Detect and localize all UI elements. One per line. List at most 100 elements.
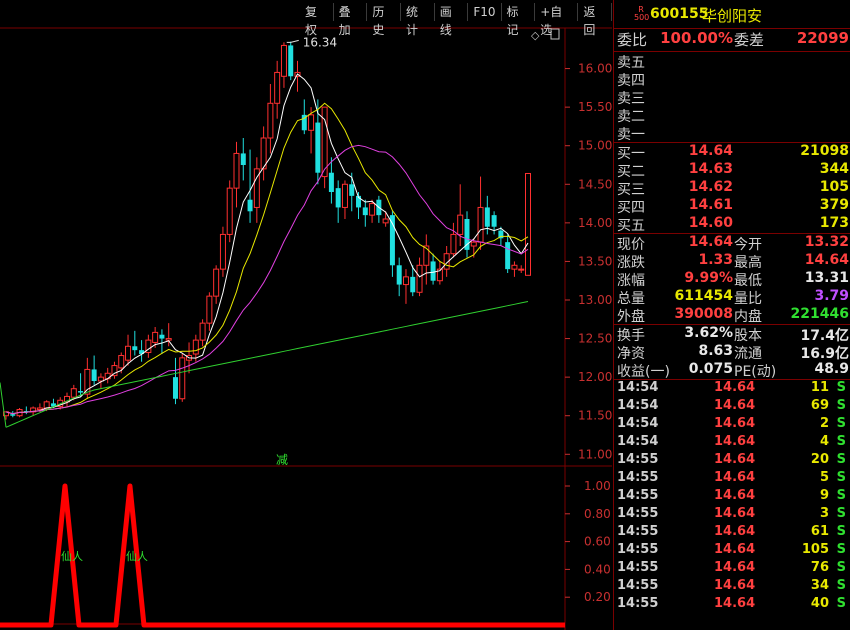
buy-volume: 379 <box>819 197 849 213</box>
info-value: 48.9 <box>814 361 849 377</box>
candle-body <box>477 206 484 243</box>
info-row: 净资 8.63 流通 16.9亿 <box>614 343 850 362</box>
candle-body <box>70 388 77 398</box>
candle-body <box>362 207 368 216</box>
candle-body <box>396 265 402 285</box>
trade-price: 14.64 <box>714 416 756 431</box>
diamond-icon: ◇ <box>531 29 540 42</box>
toolbar-button-8[interactable]: 返回 <box>578 3 613 37</box>
annotation-label: 减 <box>276 453 288 467</box>
candle-body <box>159 334 165 339</box>
buy-price: 14.61 <box>688 197 733 213</box>
trade-row: 14:55 14.64 9 S <box>614 488 850 506</box>
trade-side: S <box>836 470 846 485</box>
trade-side: S <box>836 488 846 503</box>
trade-time: 14:55 <box>617 488 659 503</box>
trade-volume: 105 <box>801 542 829 557</box>
ma60-line-start <box>0 382 7 428</box>
candle-body <box>132 346 138 351</box>
candle-body <box>91 369 97 381</box>
candle-body <box>430 261 436 281</box>
candle-body <box>233 152 240 189</box>
toolbar-button-1[interactable]: 叠加 <box>334 3 368 37</box>
signal-label: 仙人 <box>126 550 148 563</box>
toolbar-button-5[interactable]: F10 <box>468 3 502 21</box>
candle-body <box>315 122 321 173</box>
stat-label: 内盘 <box>734 309 762 325</box>
candle-body <box>518 268 525 271</box>
candle-body <box>511 264 518 270</box>
price-tick-label: 13.00 <box>578 293 612 307</box>
candle-body <box>280 44 287 77</box>
trade-side: S <box>836 596 846 611</box>
candle-body <box>328 172 334 192</box>
candle-body <box>525 172 531 276</box>
trade-price: 14.64 <box>714 524 756 539</box>
ind-tick-label: 0.60 <box>584 535 611 549</box>
stat-label: 最低 <box>734 273 762 289</box>
trade-side: S <box>836 542 846 557</box>
info-label: 换手 <box>617 328 645 344</box>
sell-row: 卖四 <box>614 70 850 89</box>
price-tick-label: 13.50 <box>578 254 612 268</box>
price-tick-label: 15.50 <box>578 100 612 114</box>
buy-row: 买二 14.63 344 <box>614 161 850 180</box>
candle-body <box>402 276 409 286</box>
tick-trades: 14:54 14.64 11 S 14:54 14.64 69 S 14:54 14.64 2 S 14… <box>614 379 850 614</box>
quote-panel: R 500 600155 华创阳安 委比 100.00% 委差 22099 卖五… <box>613 0 850 630</box>
info-label: 收益(一) <box>617 364 670 380</box>
stock-name: 华创阳安 <box>702 7 763 25</box>
ind-tick-label: 1.00 <box>584 479 611 493</box>
toolbar-button-2[interactable]: 历史 <box>367 3 402 37</box>
fundamental-info: 换手 3.62% 股本 17.4亿 净资 8.63 流通 16.9亿 收益(一) 0.075 PE(… <box>614 324 850 380</box>
sell-row: 卖三 <box>614 88 850 107</box>
trade-price: 14.64 <box>714 470 756 485</box>
candle-body <box>274 71 281 104</box>
buy-orders: 买一 14.64 21098 买二 14.63 344 买三 14.62 105 买四 14.61 3… <box>614 142 850 234</box>
sell-label: 卖四 <box>617 73 645 89</box>
trade-time: 14:54 <box>617 434 659 449</box>
stat-value: 611454 <box>674 288 733 304</box>
candle-body <box>97 376 104 382</box>
candle-body <box>335 188 341 208</box>
candle-body <box>172 377 178 399</box>
toolbar-button-6[interactable]: 标记 <box>502 3 536 37</box>
ind-tick-label: 0.40 <box>584 562 611 576</box>
toolbar-button-3[interactable]: 统计 <box>401 3 435 37</box>
kline-chart-pane[interactable]: 16.00 15.50 15.00 14.50 14.00 13.50 13.00 12.50… <box>0 0 613 630</box>
trade-volume: 9 <box>819 488 829 503</box>
buy-label: 买五 <box>617 218 645 234</box>
kline-chart[interactable]: 16.00 15.50 15.00 14.50 14.00 13.50 13.00 12.50… <box>0 0 612 630</box>
trade-volume: 40 <box>810 596 829 611</box>
trade-volume: 20 <box>810 452 829 467</box>
toolbar-button-7[interactable]: +自选 <box>535 3 579 37</box>
info-label: 流通 <box>734 346 762 362</box>
candle-body <box>165 338 172 341</box>
candle-body <box>341 183 348 208</box>
trade-volume: 61 <box>810 524 829 539</box>
toolbar-button-0[interactable]: 复权 <box>300 3 334 37</box>
sell-row: 卖二 <box>614 106 850 125</box>
trade-row: 14:54 14.64 4 S <box>614 434 850 452</box>
trade-volume: 5 <box>819 470 829 485</box>
info-value: 16.9亿 <box>800 346 849 362</box>
stat-label: 最高 <box>734 255 762 271</box>
trade-volume: 76 <box>810 560 829 575</box>
candle-body <box>226 187 233 235</box>
trade-row: 14:55 14.64 105 S <box>614 542 850 560</box>
toolbar-button-4[interactable]: 画线 <box>435 3 469 37</box>
stat-label: 今开 <box>734 237 762 253</box>
candle-body <box>491 215 497 227</box>
trade-time: 14:55 <box>617 560 659 575</box>
trade-price: 14.64 <box>714 434 756 449</box>
ma5-line <box>5 73 529 415</box>
high-marker <box>286 39 299 43</box>
buy-price: 14.64 <box>688 143 733 159</box>
trade-time: 14:54 <box>617 380 659 395</box>
trade-price: 14.64 <box>714 452 756 467</box>
signal-label: 仙人 <box>61 550 83 563</box>
buy-volume: 173 <box>819 215 849 231</box>
stock-code: 600155 <box>650 6 709 22</box>
weibi-value: 100.00% <box>660 29 733 47</box>
trade-time: 14:55 <box>617 578 659 593</box>
